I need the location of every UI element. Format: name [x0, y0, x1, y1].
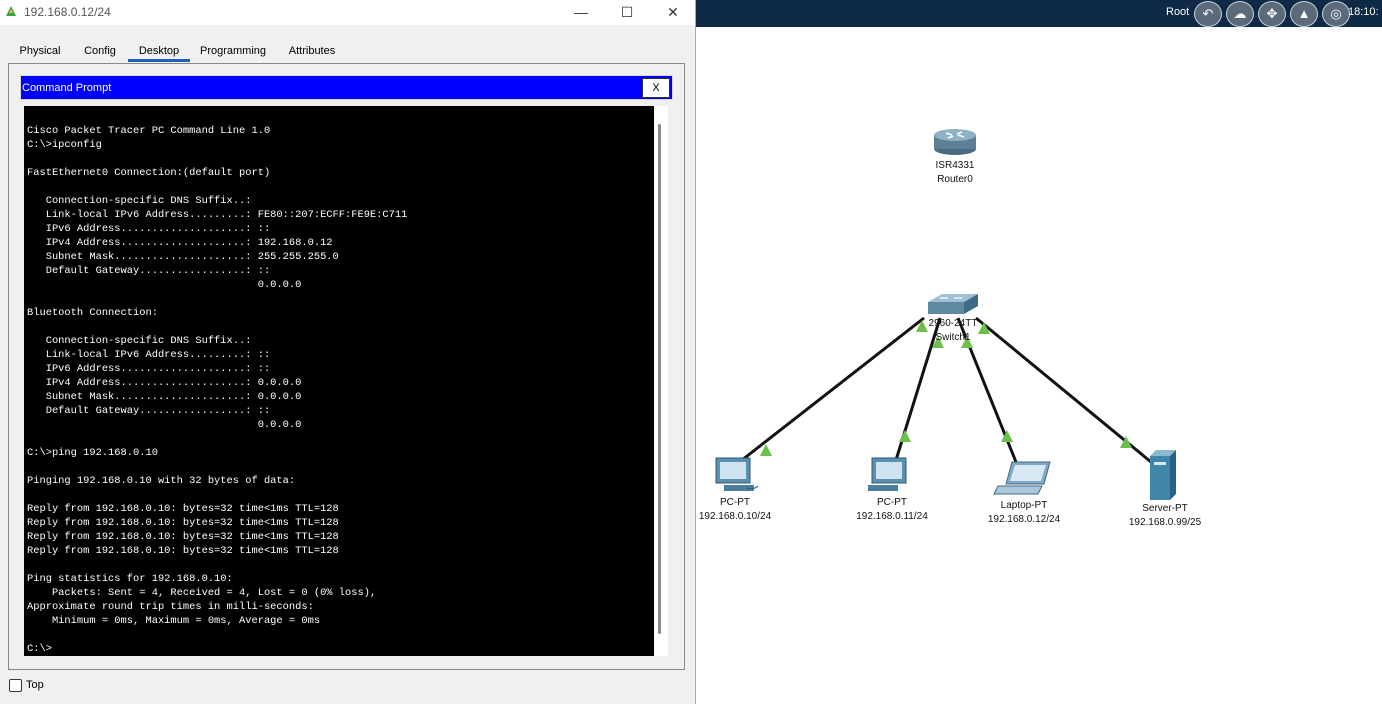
- terminal-scrollbar[interactable]: [654, 106, 668, 656]
- device-address: 192.168.0.11/24: [856, 511, 928, 522]
- switch-name: Switch1: [935, 332, 971, 343]
- top-checkbox[interactable]: [9, 679, 22, 692]
- device-type: Server-PT: [1142, 503, 1188, 514]
- tab-desktop[interactable]: Desktop: [128, 40, 190, 62]
- minimize-icon[interactable]: —: [566, 2, 596, 22]
- window-titlebar: 192.168.0.12/24 — ☐ ✕: [0, 0, 695, 25]
- packet-tracer-icon: [6, 6, 16, 16]
- top-checkbox-label: Top: [26, 679, 44, 691]
- topology-workspace[interactable]: Root ↶ ☁ ✥ ▲ ◎ 18:10: ISR4331 Router0 29…: [696, 0, 1382, 704]
- router-label: ISR4331 Router0: [895, 159, 1015, 187]
- tab-physical[interactable]: Physical: [8, 40, 72, 62]
- desktop-panel: Command Prompt X Cisco Packet Tracer PC …: [8, 63, 685, 670]
- device-label: Laptop-PT 192.168.0.12/24: [964, 499, 1084, 527]
- topology-canvas: [715, 129, 1176, 500]
- router-model: ISR4331: [935, 160, 975, 171]
- tab-config[interactable]: Config: [72, 40, 128, 62]
- router-icon: [934, 129, 976, 155]
- maximize-icon[interactable]: ☐: [612, 2, 642, 22]
- device-type: Laptop-PT: [1000, 500, 1048, 511]
- device-dialog: 192.168.0.12/24 — ☐ ✕ Physical Config De…: [0, 0, 696, 704]
- switch-model: 2960-24TT: [928, 318, 978, 329]
- server-icon: [1150, 450, 1176, 500]
- pc-icon: [715, 457, 759, 491]
- device-type: PC-PT: [877, 497, 907, 508]
- terminal-output: Cisco Packet Tracer PC Command Line 1.0 …: [27, 125, 408, 655]
- router-name: Router0: [937, 174, 973, 185]
- command-prompt-terminal[interactable]: Cisco Packet Tracer PC Command Line 1.0 …: [24, 106, 654, 656]
- switch-label: 2960-24TT Switch1: [893, 317, 1013, 345]
- pc-icon: [868, 457, 907, 491]
- window-title: 192.168.0.12/24: [24, 5, 111, 19]
- command-prompt-close-button[interactable]: X: [642, 78, 670, 98]
- tab-attributes[interactable]: Attributes: [276, 40, 348, 62]
- command-prompt-title: Command Prompt: [22, 82, 112, 94]
- switch-icon: [928, 294, 978, 314]
- device-address: 192.168.0.12/24: [987, 514, 1061, 525]
- device-address: 192.168.0.99/25: [1128, 517, 1202, 528]
- laptop-icon: [993, 461, 1051, 495]
- device-label: Server-PT 192.168.0.99/25: [1105, 502, 1225, 530]
- device-label: PC-PT 192.168.0.11/24: [832, 496, 952, 524]
- link-status-indicator: [899, 430, 911, 442]
- tab-programming[interactable]: Programming: [190, 40, 276, 62]
- scrollbar-thumb[interactable]: [658, 124, 661, 634]
- close-icon[interactable]: ✕: [658, 2, 688, 22]
- command-prompt-header: Command Prompt X: [20, 75, 673, 100]
